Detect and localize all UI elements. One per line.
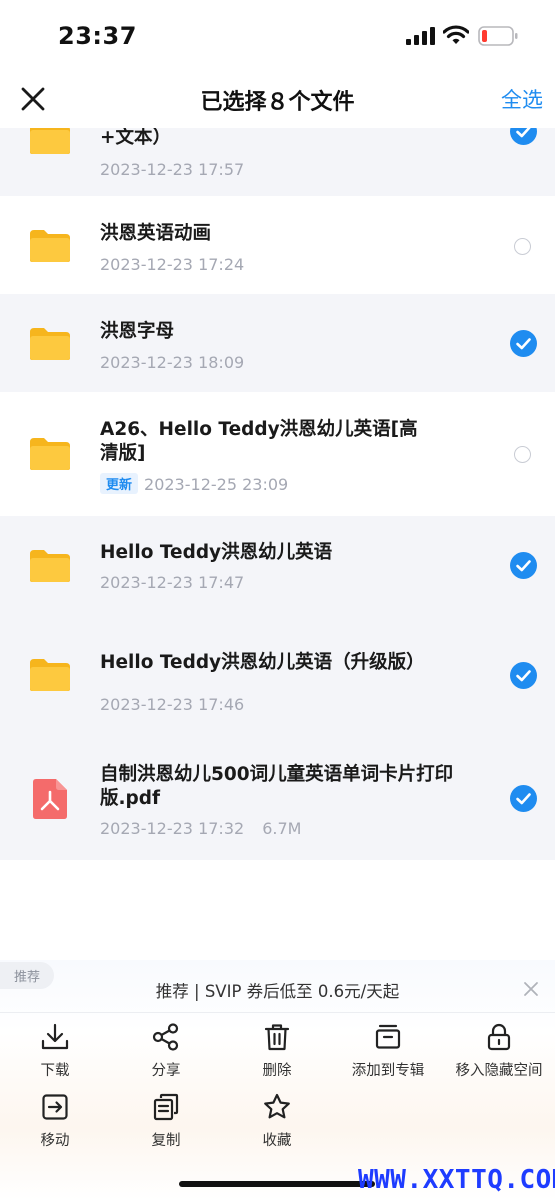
folder-icon xyxy=(30,550,70,582)
folder-icon xyxy=(30,230,70,262)
file-date: 2023-12-23 17:32 xyxy=(100,819,245,838)
file-row[interactable]: +文本） 2023-12-23 17:57 xyxy=(0,128,555,196)
download-icon xyxy=(41,1023,69,1050)
action-label: 下载 xyxy=(40,1063,70,1079)
watermark: WWW.XXTTQ.COM xyxy=(358,1165,555,1195)
copy-icon xyxy=(153,1093,179,1121)
file-meta: 2023-12-23 17:32 6.7M xyxy=(100,819,301,838)
selection-header: 已选择８个文件 全选 xyxy=(0,70,555,128)
pdf-file-icon xyxy=(33,779,67,819)
file-name: 洪恩字母 xyxy=(100,321,175,342)
status-time: 23:37 xyxy=(58,22,137,50)
file-date: 2023-12-23 17:24 xyxy=(100,255,245,274)
file-name: A26、Hello Teddy洪恩幼儿英语[高清版] xyxy=(100,419,418,464)
action-label: 移入隐藏空间 xyxy=(455,1063,543,1079)
copy-button[interactable]: 复制 xyxy=(111,1092,221,1150)
share-icon xyxy=(152,1023,179,1051)
add-to-album-button[interactable]: 添加到专辑 xyxy=(333,1022,443,1080)
download-button[interactable]: 下载 xyxy=(0,1022,110,1080)
file-name: 自制洪恩幼儿500词儿童英语单词卡片打印版.pdf xyxy=(100,764,454,809)
checked-icon[interactable] xyxy=(510,662,537,689)
share-button[interactable]: 分享 xyxy=(111,1022,221,1080)
file-date: 2023-12-23 17:47 xyxy=(100,573,245,592)
battery-low-icon xyxy=(478,26,518,46)
checked-icon[interactable] xyxy=(510,785,537,812)
folder-icon xyxy=(30,438,70,470)
status-bar: 23:37 xyxy=(0,0,555,70)
update-badge: 更新 xyxy=(100,473,139,494)
file-row[interactable]: 洪恩字母 2023-12-23 18:09 xyxy=(0,294,555,392)
divider xyxy=(0,1012,555,1013)
file-name: Hello Teddy洪恩幼儿英语 xyxy=(100,542,333,563)
file-date: 2023-12-25 23:09 xyxy=(144,475,289,494)
move-to-hidden-space-button[interactable]: 移入隐藏空间 xyxy=(444,1022,554,1080)
file-row[interactable]: 洪恩英语动画 2023-12-23 17:24 xyxy=(0,196,555,294)
action-label: 删除 xyxy=(262,1063,292,1079)
file-date: 2023-12-23 18:09 xyxy=(100,353,245,372)
star-icon xyxy=(264,1093,290,1119)
file-name: Hello Teddy洪恩幼儿英语（升级版） xyxy=(100,652,425,673)
album-icon xyxy=(375,1024,401,1049)
action-label: 收藏 xyxy=(262,1133,292,1149)
file-size: 6.7M xyxy=(262,819,302,838)
lock-icon xyxy=(487,1023,511,1051)
folder-icon xyxy=(30,328,70,360)
action-label: 添加到专辑 xyxy=(351,1063,425,1079)
checked-icon[interactable] xyxy=(510,128,537,145)
trash-icon xyxy=(264,1024,290,1051)
move-button[interactable]: 移动 xyxy=(0,1092,110,1150)
file-list: +文本） 2023-12-23 17:57 洪恩英语动画 2023-12-23 … xyxy=(0,128,555,860)
close-icon[interactable] xyxy=(522,980,540,998)
checked-icon[interactable] xyxy=(510,552,537,579)
file-row[interactable]: 自制洪恩幼儿500词儿童英语单词卡片打印版.pdf 2023-12-23 17:… xyxy=(0,738,555,860)
wifi-icon xyxy=(443,25,469,44)
svip-promo-banner[interactable]: 推荐 | SVIP 券后低至 0.6元/天起 xyxy=(0,978,555,1002)
move-icon xyxy=(42,1094,68,1120)
unchecked-radio[interactable] xyxy=(514,446,531,463)
checked-icon[interactable] xyxy=(510,330,537,357)
select-all-button[interactable]: 全选 xyxy=(501,84,543,114)
file-row[interactable]: A26、Hello Teddy洪恩幼儿英语[高清版] 更新 2023-12-25 … xyxy=(0,392,555,516)
action-label: 移动 xyxy=(40,1133,70,1149)
action-label: 复制 xyxy=(151,1133,181,1149)
file-row[interactable]: Hello Teddy洪恩幼儿英语 2023-12-23 17:47 xyxy=(0,516,555,626)
unchecked-radio[interactable] xyxy=(514,238,531,255)
page-title: 已选择８个文件 xyxy=(200,90,355,115)
file-name: 洪恩英语动画 xyxy=(100,223,212,244)
favorite-button[interactable]: 收藏 xyxy=(222,1092,332,1150)
folder-icon xyxy=(30,659,70,691)
file-name: +文本） xyxy=(100,128,172,148)
file-row[interactable]: Hello Teddy洪恩幼儿英语（升级版） 2023-12-23 17:46 xyxy=(0,626,555,738)
action-label: 分享 xyxy=(151,1063,181,1079)
delete-button[interactable]: 删除 xyxy=(222,1022,332,1080)
bottom-action-sheet: 推荐 推荐 | SVIP 券后低至 0.6元/天起 下载 分享 删除 添加到专辑… xyxy=(0,960,555,1200)
file-meta: 更新 2023-12-25 23:09 xyxy=(100,473,288,494)
home-indicator[interactable] xyxy=(179,1181,375,1187)
file-date: 2023-12-23 17:57 xyxy=(100,160,245,179)
file-date: 2023-12-23 17:46 xyxy=(100,695,245,714)
folder-icon xyxy=(30,128,70,154)
cellular-signal-icon xyxy=(406,27,435,45)
